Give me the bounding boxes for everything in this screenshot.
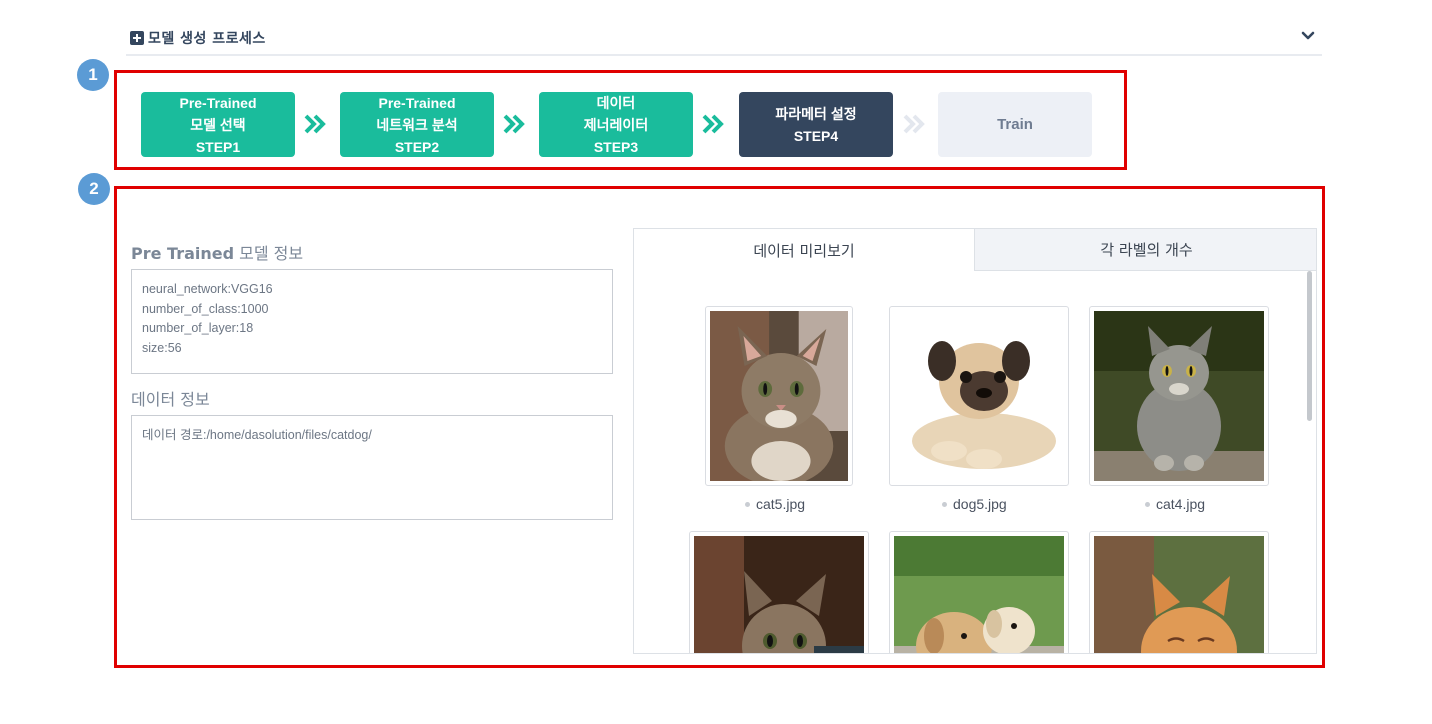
step-3-line1: 데이터 <box>596 94 636 111</box>
chevron-down-icon[interactable] <box>1300 28 1316 44</box>
step-1-line3: STEP1 <box>195 138 241 155</box>
step-4-parameter-settings[interactable]: 파라메터 설정 STEP4 <box>739 92 893 157</box>
double-chevron-right-icon <box>903 114 925 134</box>
pretrained-info-title: Pre Trained 모델 정보 <box>131 240 303 264</box>
data-preview-panel: 데이터 미리보기 각 라벨의 개수 cat5.jpg dog5.jpg cat4… <box>633 228 1317 654</box>
double-chevron-right-icon <box>304 114 326 134</box>
image-thumbnail[interactable] <box>1089 531 1269 653</box>
step-1-line1: Pre-Trained <box>179 94 257 111</box>
dog-image <box>894 311 1064 481</box>
image-caption-cat5: cat5.jpg <box>745 496 805 512</box>
image-caption-cat4: cat4.jpg <box>1145 496 1205 512</box>
cat-image <box>694 536 864 653</box>
double-chevron-right-icon <box>503 114 525 134</box>
bullet-dot <box>745 501 750 507</box>
image-thumbnail-cat4[interactable] <box>1089 306 1269 486</box>
info-line-size: size:56 <box>142 340 182 355</box>
step-2-line2: 네트워크 분석 <box>376 116 458 133</box>
image-thumbnail-cat5[interactable] <box>705 306 853 486</box>
step-train-label: Train <box>997 115 1033 133</box>
pretrained-title-rest: 모델 정보 <box>234 244 304 263</box>
process-title: 모델 생성 프로세스 <box>148 31 266 47</box>
file-name: cat4.jpg <box>1156 496 1206 512</box>
pretrained-info-box: neural_network:VGG16 number_of_class:100… <box>131 269 613 374</box>
info-line-class: number_of_class:1000 <box>142 301 269 316</box>
page: 모델 생성 프로세스 1 Pre-Trained 모델 선택 STEP1 Pre… <box>0 0 1432 724</box>
cat-image <box>710 311 848 481</box>
step-2-line3: STEP2 <box>394 138 440 155</box>
step-2-network-analysis[interactable]: Pre-Trained 네트워크 분석 STEP2 <box>340 92 494 157</box>
data-info-box: 데이터 경로:/home/dasolution/files/catdog/ <box>131 415 613 520</box>
step-4-line1: 파라메터 설정 <box>775 105 857 122</box>
step-2-line1: Pre-Trained <box>378 94 456 111</box>
info-line-layer: number_of_layer:18 <box>142 321 254 335</box>
file-name: dog5.jpg <box>953 496 1007 512</box>
step-3-data-generator[interactable]: 데이터 제너레이터 STEP3 <box>539 92 693 157</box>
step-4-line2: STEP4 <box>793 127 839 144</box>
preview-scrollbar[interactable] <box>1307 271 1312 421</box>
dog-image <box>894 536 1064 653</box>
step-3-line2: 제너레이터 <box>583 116 649 133</box>
step-train[interactable]: Train <box>938 92 1092 157</box>
step-3-line3: STEP3 <box>593 138 639 155</box>
step-1-model-select[interactable]: Pre-Trained 모델 선택 STEP1 <box>141 92 295 157</box>
image-thumbnail[interactable] <box>889 531 1069 653</box>
step-1-line2: 모델 선택 <box>190 116 246 133</box>
file-name: cat5.jpg <box>756 496 806 512</box>
plus-square-icon[interactable] <box>130 31 144 45</box>
tab-data-preview[interactable]: 데이터 미리보기 <box>634 229 974 271</box>
bullet-dot <box>942 501 947 507</box>
data-info-title: 데이터 정보 <box>131 390 210 409</box>
double-chevron-right-icon <box>702 114 724 134</box>
step-section-badge: 1 <box>77 59 109 91</box>
pretrained-title-bold: Pre Trained <box>131 244 235 263</box>
cat-image <box>1094 311 1264 481</box>
bullet-dot <box>1145 501 1150 507</box>
process-header[interactable]: 모델 생성 프로세스 <box>126 22 1322 56</box>
image-thumbnail-dog5[interactable] <box>889 306 1069 486</box>
data-path-line: 데이터 경로:/home/dasolution/files/catdog/ <box>142 428 372 442</box>
content-section-badge: 2 <box>78 173 110 205</box>
cat-image <box>1094 536 1264 653</box>
info-line-network: neural_network:VGG16 <box>142 282 273 296</box>
tab-label-counts[interactable]: 각 라벨의 개수 <box>974 229 1316 271</box>
image-thumbnail[interactable] <box>689 531 869 653</box>
image-caption-dog5: dog5.jpg <box>942 496 1007 512</box>
